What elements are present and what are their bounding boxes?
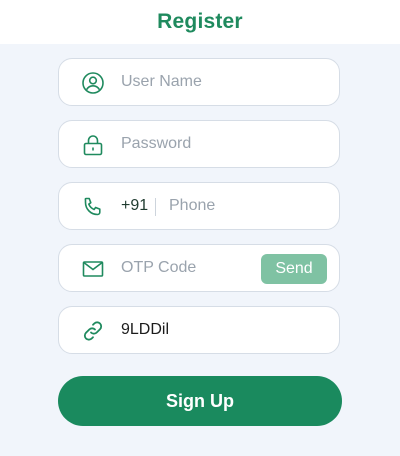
password-placeholder: Password: [121, 135, 192, 152]
page-title: Register: [157, 10, 243, 33]
username-placeholder: User Name: [121, 73, 202, 90]
link-icon: [81, 319, 105, 343]
phone-divider: [155, 198, 156, 216]
phone-icon: [81, 195, 105, 219]
country-code[interactable]: +91: [121, 183, 148, 229]
user-icon: [81, 71, 105, 95]
mail-icon: [81, 257, 105, 281]
lock-icon: [81, 133, 105, 157]
otp-field[interactable]: OTP Code Send: [58, 244, 340, 292]
header-bar: Register: [0, 0, 400, 44]
phone-field[interactable]: +91 Phone: [58, 182, 340, 230]
phone-placeholder: Phone: [169, 197, 216, 214]
captcha-field[interactable]: 9LDDil: [58, 306, 340, 354]
otp-placeholder: OTP Code: [121, 259, 197, 276]
password-field[interactable]: Password: [58, 120, 340, 168]
captcha-value: 9LDDil: [121, 321, 170, 338]
sign-up-button[interactable]: Sign Up: [58, 376, 342, 426]
username-field[interactable]: User Name: [58, 58, 340, 106]
send-otp-button[interactable]: Send: [261, 254, 327, 284]
